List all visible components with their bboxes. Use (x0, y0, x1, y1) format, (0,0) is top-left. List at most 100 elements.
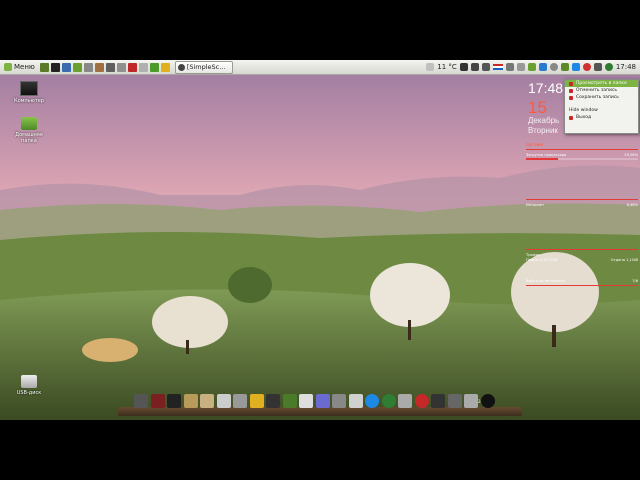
cpu-value: 29,26% (624, 152, 638, 157)
window-app-icon (177, 63, 185, 71)
clock-widget-month: Декабрь (528, 116, 560, 125)
divider (526, 249, 638, 250)
menu-item-quit[interactable]: Выход (565, 114, 638, 121)
folder-icon[interactable] (183, 394, 198, 408)
app-launcher-icon[interactable] (105, 62, 115, 72)
menu-item-hide-window[interactable]: Hide window (565, 107, 638, 114)
menu-item-label: Hide window (569, 108, 598, 113)
cpu-bar-fill (526, 158, 559, 160)
save-icon (569, 95, 573, 100)
downloaded-total: Принято 24,7GiB (526, 257, 558, 262)
clapper-icon[interactable] (348, 394, 363, 408)
system-header: система (526, 142, 544, 147)
menu-label: Меню (14, 63, 35, 71)
menu-item-label: Сохранить запись (576, 95, 619, 100)
taskbar-window-title: [SimpleSc... (186, 63, 226, 71)
menu-item-label: Отменить запись (576, 88, 618, 93)
desktop-icon-home[interactable]: Домашняя папка (9, 117, 49, 144)
app-icon[interactable] (150, 394, 165, 408)
app-icon[interactable] (134, 394, 148, 408)
app-launcher-icon[interactable] (138, 62, 148, 72)
letterbox-top (0, 0, 640, 60)
network-icon[interactable] (516, 63, 525, 71)
app-icon[interactable] (216, 394, 231, 408)
menu-item-show-in-folder[interactable]: Просмотреть в папке (565, 80, 638, 87)
system-tray: 11 °C 17:48 (426, 63, 640, 71)
image-icon[interactable] (282, 394, 297, 408)
record-icon[interactable] (582, 63, 591, 71)
traffic-label: Трафик (526, 252, 541, 257)
cancel-icon (569, 88, 573, 93)
tray-app-icon[interactable] (481, 63, 490, 71)
recorder-tray-icon[interactable] (604, 63, 613, 71)
weather-icon[interactable] (426, 63, 435, 71)
letterbox-bottom (0, 420, 640, 480)
desktop-icon-label: USB-диск (16, 390, 42, 396)
menu-button[interactable]: Меню (0, 60, 39, 74)
files-icon[interactable] (61, 62, 71, 72)
tray-clock[interactable]: 17:48 (616, 63, 636, 71)
uploaded-total: Отдано 1,1GiB (610, 257, 638, 262)
menu-item-label: Выход (576, 115, 592, 120)
offline-value: 7/6 (632, 278, 638, 283)
app-icon[interactable] (233, 394, 247, 408)
top-panel: Меню [SimpleSc... 11 °C 17:48 (0, 60, 640, 75)
clock-tray-icon[interactable] (549, 63, 558, 71)
app-icon[interactable] (431, 394, 445, 408)
desktop-icon-computer[interactable]: Компьютер (9, 81, 49, 104)
clock-widget-day: 15 (528, 98, 547, 117)
app-icon[interactable] (464, 394, 478, 408)
power-icon[interactable] (480, 394, 495, 408)
cpu-bar (526, 158, 638, 160)
terminal-icon[interactable] (50, 62, 60, 72)
quit-icon (569, 115, 573, 120)
offline-label: Выйти из интернета (526, 278, 565, 283)
app-icon[interactable] (398, 394, 412, 408)
tray-app-icon[interactable] (538, 63, 547, 71)
tray-app-icon[interactable] (459, 63, 468, 71)
clock-widget-weekday: Вторник (528, 126, 558, 135)
tray-app-icon[interactable] (593, 63, 602, 71)
tray-app-icon[interactable] (571, 63, 580, 71)
cursor-icon[interactable] (315, 394, 330, 408)
app-icon[interactable] (332, 394, 346, 408)
search-icon[interactable] (447, 394, 462, 408)
terminal-icon[interactable] (167, 394, 181, 408)
dock-shelf (118, 407, 522, 416)
folder-icon[interactable] (149, 62, 159, 72)
tray-app-icon[interactable] (470, 63, 479, 71)
menu-item-cancel-recording[interactable]: Отменить запись (565, 87, 638, 94)
divider (526, 199, 638, 200)
desktop-icon-usb[interactable]: USB-диск (9, 375, 49, 396)
warning-icon[interactable] (249, 394, 264, 408)
temperature-label[interactable]: 11 °C (437, 63, 457, 71)
record-icon[interactable] (414, 394, 429, 408)
app-launcher-icon[interactable] (94, 62, 104, 72)
app-icon[interactable] (266, 394, 280, 408)
volume-icon[interactable] (505, 63, 514, 71)
globe-icon[interactable] (381, 394, 396, 408)
keyboard-layout-flag-icon[interactable] (492, 64, 503, 70)
home-folder-icon (21, 117, 37, 130)
app-launcher-icon[interactable] (83, 62, 93, 72)
computer-icon (20, 81, 38, 96)
chrome-icon[interactable] (160, 62, 170, 72)
folder-icon[interactable] (200, 394, 214, 408)
divider (526, 149, 638, 150)
app-launcher-icon[interactable] (72, 62, 82, 72)
net-value: 8,48% (626, 202, 638, 207)
show-desktop-icon[interactable] (39, 62, 49, 72)
app-launcher-icon[interactable] (116, 62, 126, 72)
desktop-icon-label: Домашняя папка (15, 132, 43, 144)
menu-item-label: Просмотреть в папке (576, 81, 627, 86)
divider (526, 285, 638, 286)
app-icon[interactable] (299, 394, 313, 408)
skype-icon[interactable] (365, 394, 379, 408)
cherry-icon[interactable] (127, 62, 137, 72)
usb-drive-icon (21, 375, 37, 388)
update-manager-icon[interactable] (560, 63, 569, 71)
taskbar-window-button[interactable]: [SimpleSc... (174, 60, 233, 74)
net-label: Интернет (526, 202, 545, 207)
menu-item-save-recording[interactable]: Сохранить запись (565, 94, 638, 101)
tray-app-icon[interactable] (527, 63, 536, 71)
